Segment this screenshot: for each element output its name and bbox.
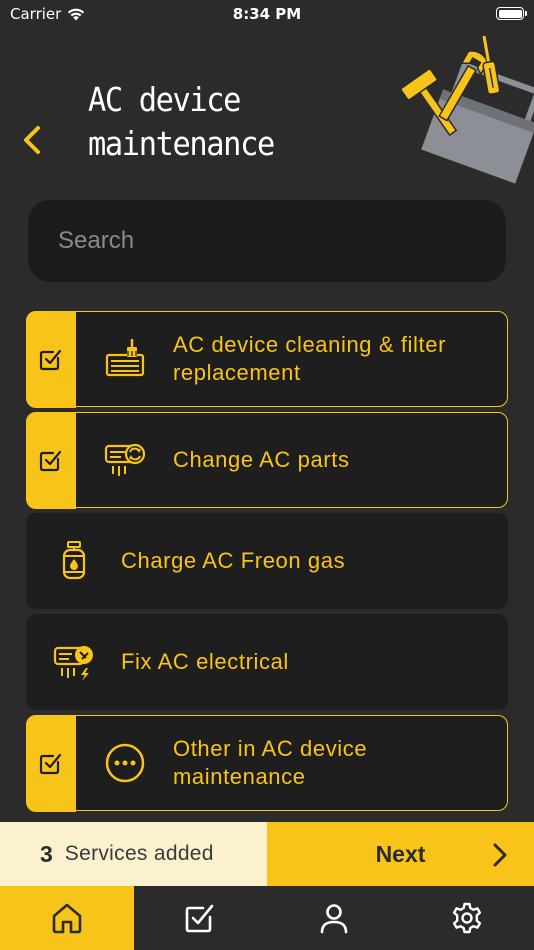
next-label: Next — [375, 840, 426, 867]
gear-icon — [453, 902, 482, 934]
service-label: Change AC parts — [173, 447, 350, 472]
battery-icon — [496, 7, 527, 20]
check-tab[interactable] — [25, 411, 76, 509]
tab-settings[interactable] — [401, 886, 534, 950]
page-title: AC device maintenance — [88, 80, 275, 163]
status-bar: Carrier 8:34 PM — [0, 0, 534, 30]
service-list: AC device cleaning & filter replacement … — [25, 310, 508, 816]
services-added-label: Services added — [64, 842, 214, 865]
ac-parts-icon — [104, 443, 146, 476]
home-icon — [52, 903, 82, 934]
more-dots-icon — [105, 743, 145, 783]
next-button[interactable]: Next — [267, 822, 534, 886]
status-time: 8:34 PM — [232, 5, 302, 23]
service-label: Fix AC electrical — [121, 649, 289, 674]
services-count: 3 — [40, 840, 53, 867]
service-item-electrical[interactable]: Fix AC electrical — [26, 614, 508, 710]
checkbox-checked-icon — [39, 450, 61, 472]
service-item-change-parts[interactable]: Change AC parts — [25, 411, 508, 509]
chevron-right-icon — [493, 843, 507, 867]
check-tab[interactable] — [25, 714, 76, 812]
ac-cleaning-icon — [105, 339, 145, 377]
check-tab[interactable] — [25, 310, 76, 408]
tab-bar — [0, 886, 534, 950]
tab-home[interactable] — [0, 886, 134, 950]
service-label: Other in AC device maintenance — [173, 736, 368, 789]
summary-bar: 3 Services added Next — [0, 822, 534, 886]
chevron-left-icon — [24, 126, 40, 154]
service-label: AC device cleaning & filter replacement — [173, 332, 446, 385]
tab-profile[interactable] — [267, 886, 401, 950]
gas-cylinder-icon — [62, 541, 86, 580]
back-button[interactable] — [18, 120, 48, 160]
tab-orders[interactable] — [134, 886, 268, 950]
ac-electrical-icon — [53, 646, 93, 681]
checkbox-checked-icon — [39, 349, 61, 371]
service-item-freon-gas[interactable]: Charge AC Freon gas — [26, 513, 508, 609]
toolbox-illustration — [400, 34, 534, 184]
search-box[interactable] — [28, 200, 506, 282]
service-label: Charge AC Freon gas — [121, 548, 346, 573]
checkbox-checked-icon — [39, 753, 61, 775]
service-item-ac-cleaning[interactable]: AC device cleaning & filter replacement — [25, 310, 508, 408]
checklist-icon — [185, 904, 214, 933]
user-icon — [320, 904, 348, 934]
search-input[interactable] — [28, 200, 506, 282]
service-item-other[interactable]: Other in AC device maintenance — [25, 714, 508, 812]
services-added-summary: 3 Services added — [0, 822, 267, 886]
